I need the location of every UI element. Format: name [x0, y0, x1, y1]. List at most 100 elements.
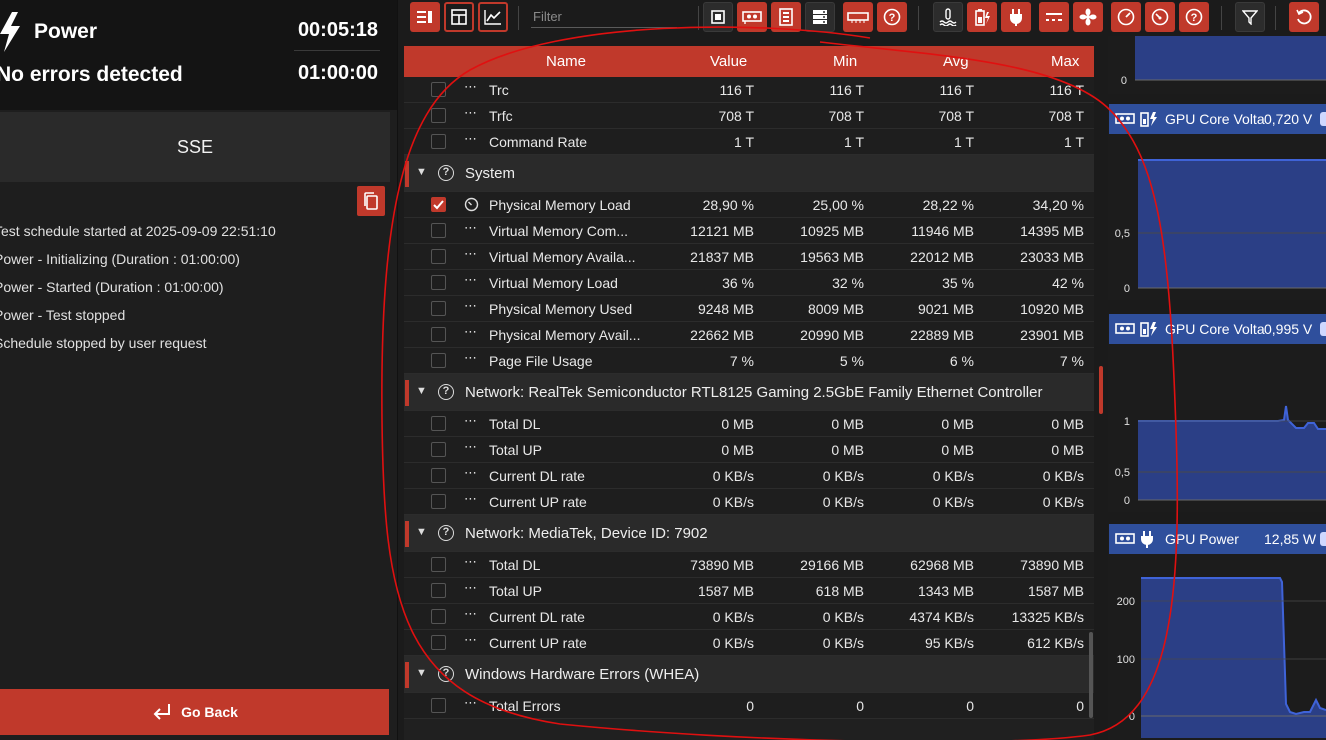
row-checkbox[interactable]: [431, 635, 446, 650]
more-options-icon[interactable]: ⋯: [464, 554, 477, 570]
graph-header[interactable]: GPU Core Volta 0,720 V: [1109, 104, 1326, 134]
sensor-group-row[interactable]: ▼? Windows Hardware Errors (WHEA): [404, 656, 1094, 693]
more-options-icon[interactable]: ⋯: [464, 491, 477, 507]
collapse-caret-icon[interactable]: ▼: [416, 667, 427, 679]
sensor-row[interactable]: Physical Memory Load 28,90 % 25,00 % 28,22 …: [404, 192, 1094, 218]
sensor-row[interactable]: ⋯ Trfc 708 T 708 T 708 T 708 T: [404, 103, 1094, 129]
row-checkbox[interactable]: [431, 353, 446, 368]
table-scroll-marker[interactable]: [1099, 366, 1103, 414]
column-header-avg[interactable]: Avg: [943, 53, 969, 70]
graph-header[interactable]: GPU Power 12,85 W: [1109, 524, 1326, 554]
row-checkbox[interactable]: [431, 468, 446, 483]
sensor-row[interactable]: ⋯ Total Errors 0 0 0 0: [404, 693, 1094, 719]
more-options-icon[interactable]: ⋯: [464, 220, 477, 236]
row-checkbox[interactable]: [431, 134, 446, 149]
more-options-icon[interactable]: ⋯: [464, 439, 477, 455]
row-checkbox[interactable]: [431, 275, 446, 290]
row-checkbox[interactable]: [431, 494, 446, 509]
graph-toggle[interactable]: [1320, 112, 1326, 126]
more-options-icon[interactable]: ⋯: [464, 695, 477, 711]
graph-toggle[interactable]: [1320, 532, 1326, 546]
memory-filter-button[interactable]: [843, 2, 873, 32]
layout-list-button[interactable]: [410, 2, 440, 32]
sensor-row[interactable]: ⋯ Current DL rate 0 KB/s 0 KB/s 0 KB/s 0 KB/s: [404, 463, 1094, 489]
filter-options-button[interactable]: [1235, 2, 1265, 32]
collapse-caret-icon[interactable]: ▼: [416, 385, 427, 397]
collapse-caret-icon[interactable]: ▼: [416, 526, 427, 538]
filter-input[interactable]: [531, 6, 677, 28]
row-checkbox[interactable]: [431, 249, 446, 264]
temperature-filter-button[interactable]: [933, 2, 963, 32]
row-checkbox[interactable]: [431, 327, 446, 342]
sensor-row[interactable]: ⋯ Virtual Memory Load 36 % 32 % 35 % 42 %: [404, 270, 1094, 296]
more-options-icon[interactable]: ⋯: [464, 79, 477, 95]
collapse-caret-icon[interactable]: ▼: [416, 166, 427, 178]
more-options-icon[interactable]: ⋯: [464, 632, 477, 648]
more-options-icon[interactable]: ⋯: [464, 350, 477, 366]
voltage-filter-button[interactable]: [967, 2, 997, 32]
more-options-icon[interactable]: ⋯: [464, 131, 477, 147]
more-options-icon[interactable]: ⋯: [464, 413, 477, 429]
sensor-row[interactable]: ⋯ Total UP 1587 MB 618 MB 1343 MB 1587 MB: [404, 578, 1094, 604]
row-checkbox[interactable]: [431, 442, 446, 457]
current-filter-button[interactable]: [1039, 2, 1069, 32]
sensor-row[interactable]: ⋯ Current UP rate 0 KB/s 0 KB/s 95 KB/s 612 K…: [404, 630, 1094, 656]
cpu-filter-button[interactable]: [703, 2, 733, 32]
more-options-icon[interactable]: ⋯: [464, 465, 477, 481]
row-checkbox[interactable]: [431, 301, 446, 316]
sensor-row[interactable]: ⋯ Total UP 0 MB 0 MB 0 MB 0 MB: [404, 437, 1094, 463]
sensor-row[interactable]: ⋯ Current UP rate 0 KB/s 0 KB/s 0 KB/s 0 KB/s: [404, 489, 1094, 515]
row-checkbox[interactable]: [431, 698, 446, 713]
more-options-icon[interactable]: ⋯: [464, 298, 477, 314]
column-header-max[interactable]: Max: [1051, 53, 1079, 70]
sensor-row[interactable]: ⋯ Virtual Memory Availa... 21837 MB 19563 M…: [404, 244, 1094, 270]
sensor-row[interactable]: ⋯ Physical Memory Avail... 22662 MB 20990 M…: [404, 322, 1094, 348]
go-back-button[interactable]: Go Back: [0, 689, 389, 735]
more-options-icon[interactable]: ⋯: [464, 580, 477, 596]
layout-graph-button[interactable]: [478, 2, 508, 32]
column-header-min[interactable]: Min: [833, 53, 857, 70]
other-type-filter-button[interactable]: ?: [1179, 2, 1209, 32]
column-header-name[interactable]: Name: [546, 53, 586, 70]
sensor-row[interactable]: ⋯ Command Rate 1 T 1 T 1 T 1 T: [404, 129, 1094, 155]
motherboard-filter-button[interactable]: [771, 2, 801, 32]
more-options-icon[interactable]: ⋯: [464, 272, 477, 288]
sensor-row[interactable]: ⋯ Total DL 73890 MB 29166 MB 62968 MB 73890 M…: [404, 552, 1094, 578]
sensor-group-row[interactable]: ▼? Network: MediaTek, Device ID: 7902: [404, 515, 1094, 552]
row-checkbox[interactable]: [431, 197, 446, 212]
table-scrollbar[interactable]: [1089, 632, 1093, 718]
power-filter-button[interactable]: [1001, 2, 1031, 32]
more-options-icon[interactable]: ⋯: [464, 105, 477, 121]
sensor-row[interactable]: ⋯ Trc 116 T 116 T 116 T 116 T: [404, 77, 1094, 103]
usage-filter-button[interactable]: [1145, 2, 1175, 32]
graph-toggle[interactable]: [1320, 322, 1326, 336]
other-filter-button[interactable]: ?: [877, 2, 907, 32]
graph-header[interactable]: GPU Core Volta 0,995 V: [1109, 314, 1326, 344]
sensor-row[interactable]: ⋯ Current DL rate 0 KB/s 0 KB/s 4374 KB/s 133…: [404, 604, 1094, 630]
sensor-row[interactable]: ⋯ Virtual Memory Com... 12121 MB 10925 MB 11…: [404, 218, 1094, 244]
row-checkbox[interactable]: [431, 416, 446, 431]
more-options-icon[interactable]: ⋯: [464, 324, 477, 340]
clock-filter-button[interactable]: [1111, 2, 1141, 32]
sensor-row[interactable]: ⋯ Page File Usage 7 % 5 % 6 % 7 %: [404, 348, 1094, 374]
fan-filter-button[interactable]: [1073, 2, 1103, 32]
more-options-icon[interactable]: ⋯: [464, 606, 477, 622]
sensor-row[interactable]: ⋯ Total DL 0 MB 0 MB 0 MB 0 MB: [404, 411, 1094, 437]
more-options-icon[interactable]: ⋯: [464, 246, 477, 262]
sensor-group-row[interactable]: ▼? System: [404, 155, 1094, 192]
column-header-value[interactable]: Value: [710, 53, 747, 70]
row-checkbox[interactable]: [431, 557, 446, 572]
reset-button[interactable]: [1289, 2, 1319, 32]
sensor-min: 19563 MB: [800, 249, 864, 265]
row-checkbox[interactable]: [431, 108, 446, 123]
sensor-row[interactable]: ⋯ Physical Memory Used 9248 MB 8009 MB 9021 …: [404, 296, 1094, 322]
copy-log-button[interactable]: [357, 186, 385, 216]
gpu-filter-button[interactable]: [737, 2, 767, 32]
row-checkbox[interactable]: [431, 82, 446, 97]
layout-grid-button[interactable]: [444, 2, 474, 32]
row-checkbox[interactable]: [431, 223, 446, 238]
storage-filter-button[interactable]: [805, 2, 835, 32]
row-checkbox[interactable]: [431, 609, 446, 624]
sensor-group-row[interactable]: ▼? Network: RealTek Semiconductor RTL8125…: [404, 374, 1094, 411]
row-checkbox[interactable]: [431, 583, 446, 598]
